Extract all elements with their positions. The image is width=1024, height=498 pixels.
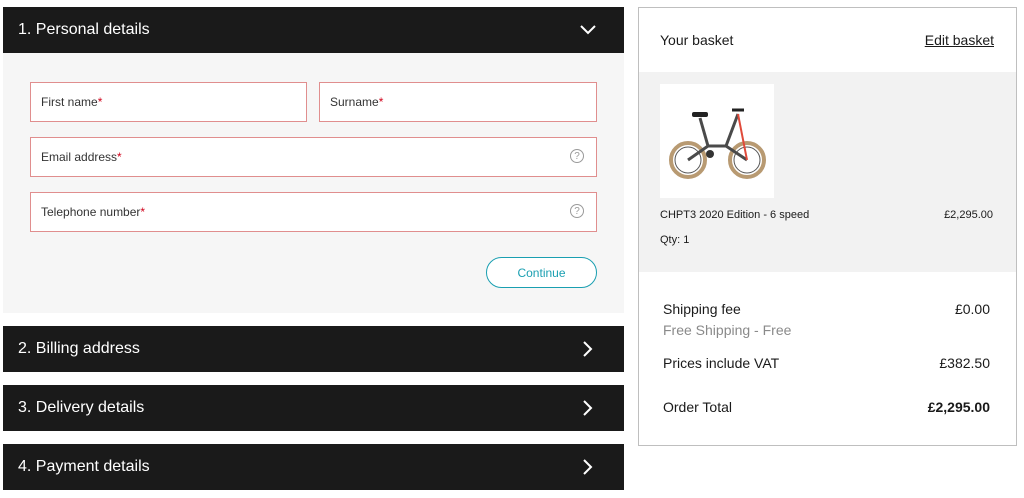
section-personal-details-title: 1. Personal details	[18, 21, 150, 38]
edit-basket-link[interactable]: Edit basket	[925, 32, 994, 48]
shipping-note: Free Shipping - Free	[663, 322, 792, 338]
chevron-right-icon	[580, 341, 596, 357]
personal-details-form: First name * Surname * Email address * ? Te…	[3, 53, 624, 313]
chevron-right-icon	[580, 400, 596, 416]
product-image[interactable]	[660, 84, 774, 198]
first-name-label: First name	[41, 95, 98, 109]
surname-label: Surname	[330, 95, 379, 109]
order-total-label: Order Total	[663, 399, 732, 415]
product-price: £2,295.00	[944, 209, 993, 221]
basket-item: CHPT3 2020 Edition - 6 speed £2,295.00 Q…	[639, 72, 1016, 272]
section-personal-details-header[interactable]: 1. Personal details	[3, 7, 624, 53]
shipping-fee-label: Shipping fee	[663, 301, 741, 317]
section-delivery-details-header[interactable]: 3. Delivery details	[3, 385, 624, 431]
section-billing-address-header[interactable]: 2. Billing address	[3, 326, 624, 372]
order-total-value: £2,295.00	[927, 399, 990, 415]
shipping-fee-value: £0.00	[954, 301, 990, 317]
chevron-right-icon	[580, 459, 596, 475]
vat-label: Prices include VAT	[663, 355, 780, 371]
basket-title: Your basket	[660, 32, 734, 48]
surname-field[interactable]: Surname *	[319, 82, 597, 122]
vat-value: £382.50	[939, 355, 990, 371]
required-marker: *	[378, 95, 384, 109]
first-name-field[interactable]: First name *	[30, 82, 307, 122]
help-icon[interactable]: ?	[570, 149, 584, 163]
section-payment-details-header[interactable]: 4. Payment details	[3, 444, 624, 490]
email-label: Email address	[41, 150, 118, 164]
basket-header: Your basket Edit basket	[639, 8, 1016, 72]
required-marker: *	[97, 95, 103, 109]
help-icon[interactable]: ?	[570, 204, 584, 218]
continue-button[interactable]: Continue	[486, 257, 597, 288]
product-quantity: Qty: 1	[660, 234, 690, 246]
email-field[interactable]: Email address * ?	[30, 137, 597, 177]
telephone-label: Telephone number	[41, 205, 141, 219]
required-marker: *	[117, 150, 122, 164]
basket-panel: Your basket Edit basket CHPT3 2020 Editi…	[638, 7, 1017, 446]
required-marker: *	[140, 205, 146, 219]
telephone-field[interactable]: Telephone number * ?	[30, 192, 597, 232]
section-delivery-details-title: 3. Delivery details	[18, 399, 145, 416]
product-name[interactable]: CHPT3 2020 Edition - 6 speed	[660, 209, 809, 221]
chevron-down-icon	[580, 22, 596, 38]
section-billing-address-title: 2. Billing address	[18, 340, 140, 357]
section-payment-details-title: 4. Payment details	[18, 458, 150, 475]
